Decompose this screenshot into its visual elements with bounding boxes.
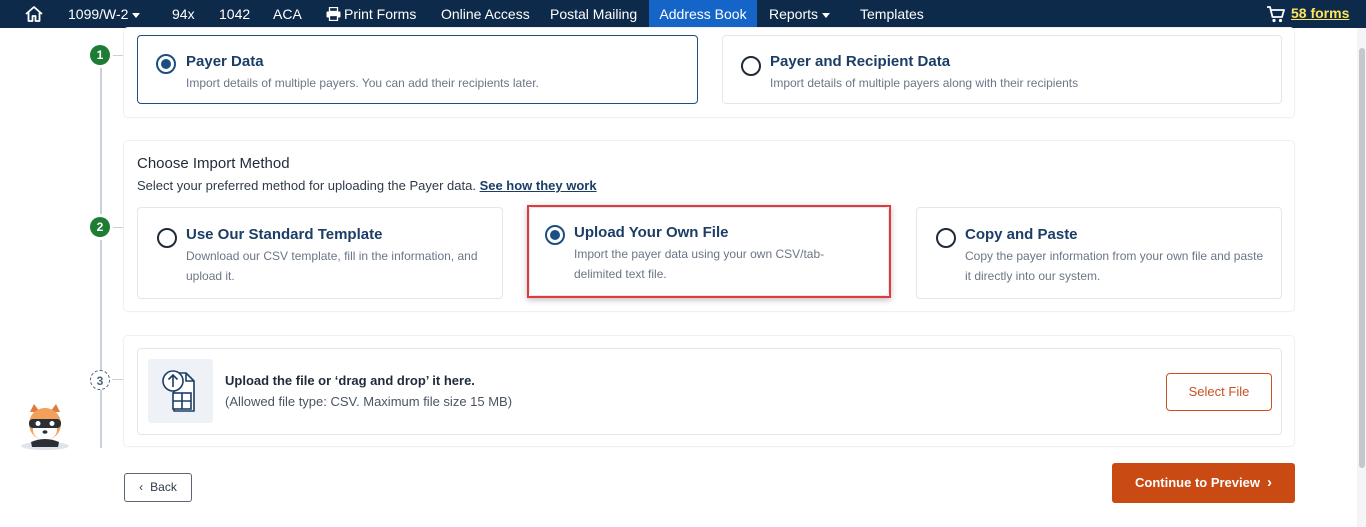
option-payer-data-desc: Import details of multiple payers. You c…	[186, 76, 539, 90]
option-standard-template-desc: Download our CSV template, fill in the i…	[186, 249, 478, 283]
scrollbar-thumb[interactable]	[1359, 48, 1365, 468]
option-payer-recipient-title: Payer and Recipient Data	[770, 53, 951, 70]
nav-online-access[interactable]: Online Access	[441, 0, 530, 28]
mascot-icon[interactable]	[18, 402, 72, 450]
nav-postal-mailing[interactable]: Postal Mailing	[550, 0, 637, 28]
step-2-badge: 2	[90, 217, 110, 237]
nav-print-forms-label: Print Forms	[344, 6, 417, 22]
printer-icon	[326, 6, 341, 22]
highlight-box	[527, 205, 891, 298]
nav-1099-w2[interactable]: 1099/W-2	[68, 0, 141, 28]
continue-button-label: Continue to Preview	[1135, 475, 1260, 490]
option-copy-paste-desc: Copy the payer information from your own…	[965, 249, 1264, 283]
continue-to-preview-button[interactable]: Continue to Preview ›	[1112, 463, 1295, 503]
radio-payer-recipient-data[interactable]	[741, 56, 761, 76]
cart-forms-link[interactable]: 58 forms	[1291, 0, 1349, 26]
cart-icon[interactable]	[1266, 4, 1286, 24]
nav-1042[interactable]: 1042	[219, 0, 250, 28]
nav-reports[interactable]: Reports	[769, 0, 831, 28]
nav-address-book[interactable]: Address Book	[649, 0, 757, 28]
option-payer-data-title: Payer Data	[186, 53, 264, 70]
option-copy-paste-title: Copy and Paste	[965, 226, 1078, 243]
radio-payer-data[interactable]	[156, 54, 176, 74]
chevron-down-icon	[132, 12, 141, 18]
home-icon[interactable]	[24, 4, 44, 24]
nav-aca[interactable]: ACA	[273, 0, 302, 28]
nav-print-forms[interactable]: Print Forms	[326, 0, 416, 28]
step-3-badge: 3	[90, 370, 110, 390]
back-button-label: Back	[150, 480, 177, 494]
see-how-they-work-link[interactable]: See how they work	[480, 178, 597, 193]
radio-standard-template[interactable]	[157, 228, 177, 248]
chevron-left-icon: ‹	[139, 480, 144, 494]
chevron-right-icon: ›	[1266, 474, 1272, 491]
radio-copy-paste[interactable]	[936, 228, 956, 248]
file-upload-icon	[162, 370, 195, 412]
select-file-button[interactable]: Select File	[1166, 373, 1272, 411]
option-payer-recipient-desc: Import details of multiple payers along …	[770, 76, 1079, 90]
option-standard-template-title: Use Our Standard Template	[186, 226, 383, 243]
back-button[interactable]: ‹ Back	[124, 473, 192, 502]
step-1-badge: 1	[90, 45, 110, 65]
upload-icon-box	[148, 359, 213, 423]
chevron-down-icon	[822, 12, 831, 18]
nav-1099-w2-label: 1099/W-2	[68, 6, 129, 22]
import-method-title: Choose Import Method	[137, 155, 290, 172]
import-method-subtitle: Select your preferred method for uploadi…	[137, 178, 597, 193]
nav-reports-label: Reports	[769, 6, 819, 22]
upload-title: Upload the file or ‘drag and drop’ it he…	[225, 373, 475, 388]
nav-94x[interactable]: 94x	[172, 0, 195, 28]
upload-dropzone[interactable]	[137, 348, 1282, 435]
top-nav: 1099/W-2 94x 1042 ACA Print Forms Online…	[0, 0, 1366, 28]
nav-templates[interactable]: Templates	[860, 0, 924, 28]
upload-note: (Allowed file type: CSV. Maximum file si…	[225, 394, 513, 409]
import-method-subtitle-text: Select your preferred method for uploadi…	[137, 178, 476, 193]
